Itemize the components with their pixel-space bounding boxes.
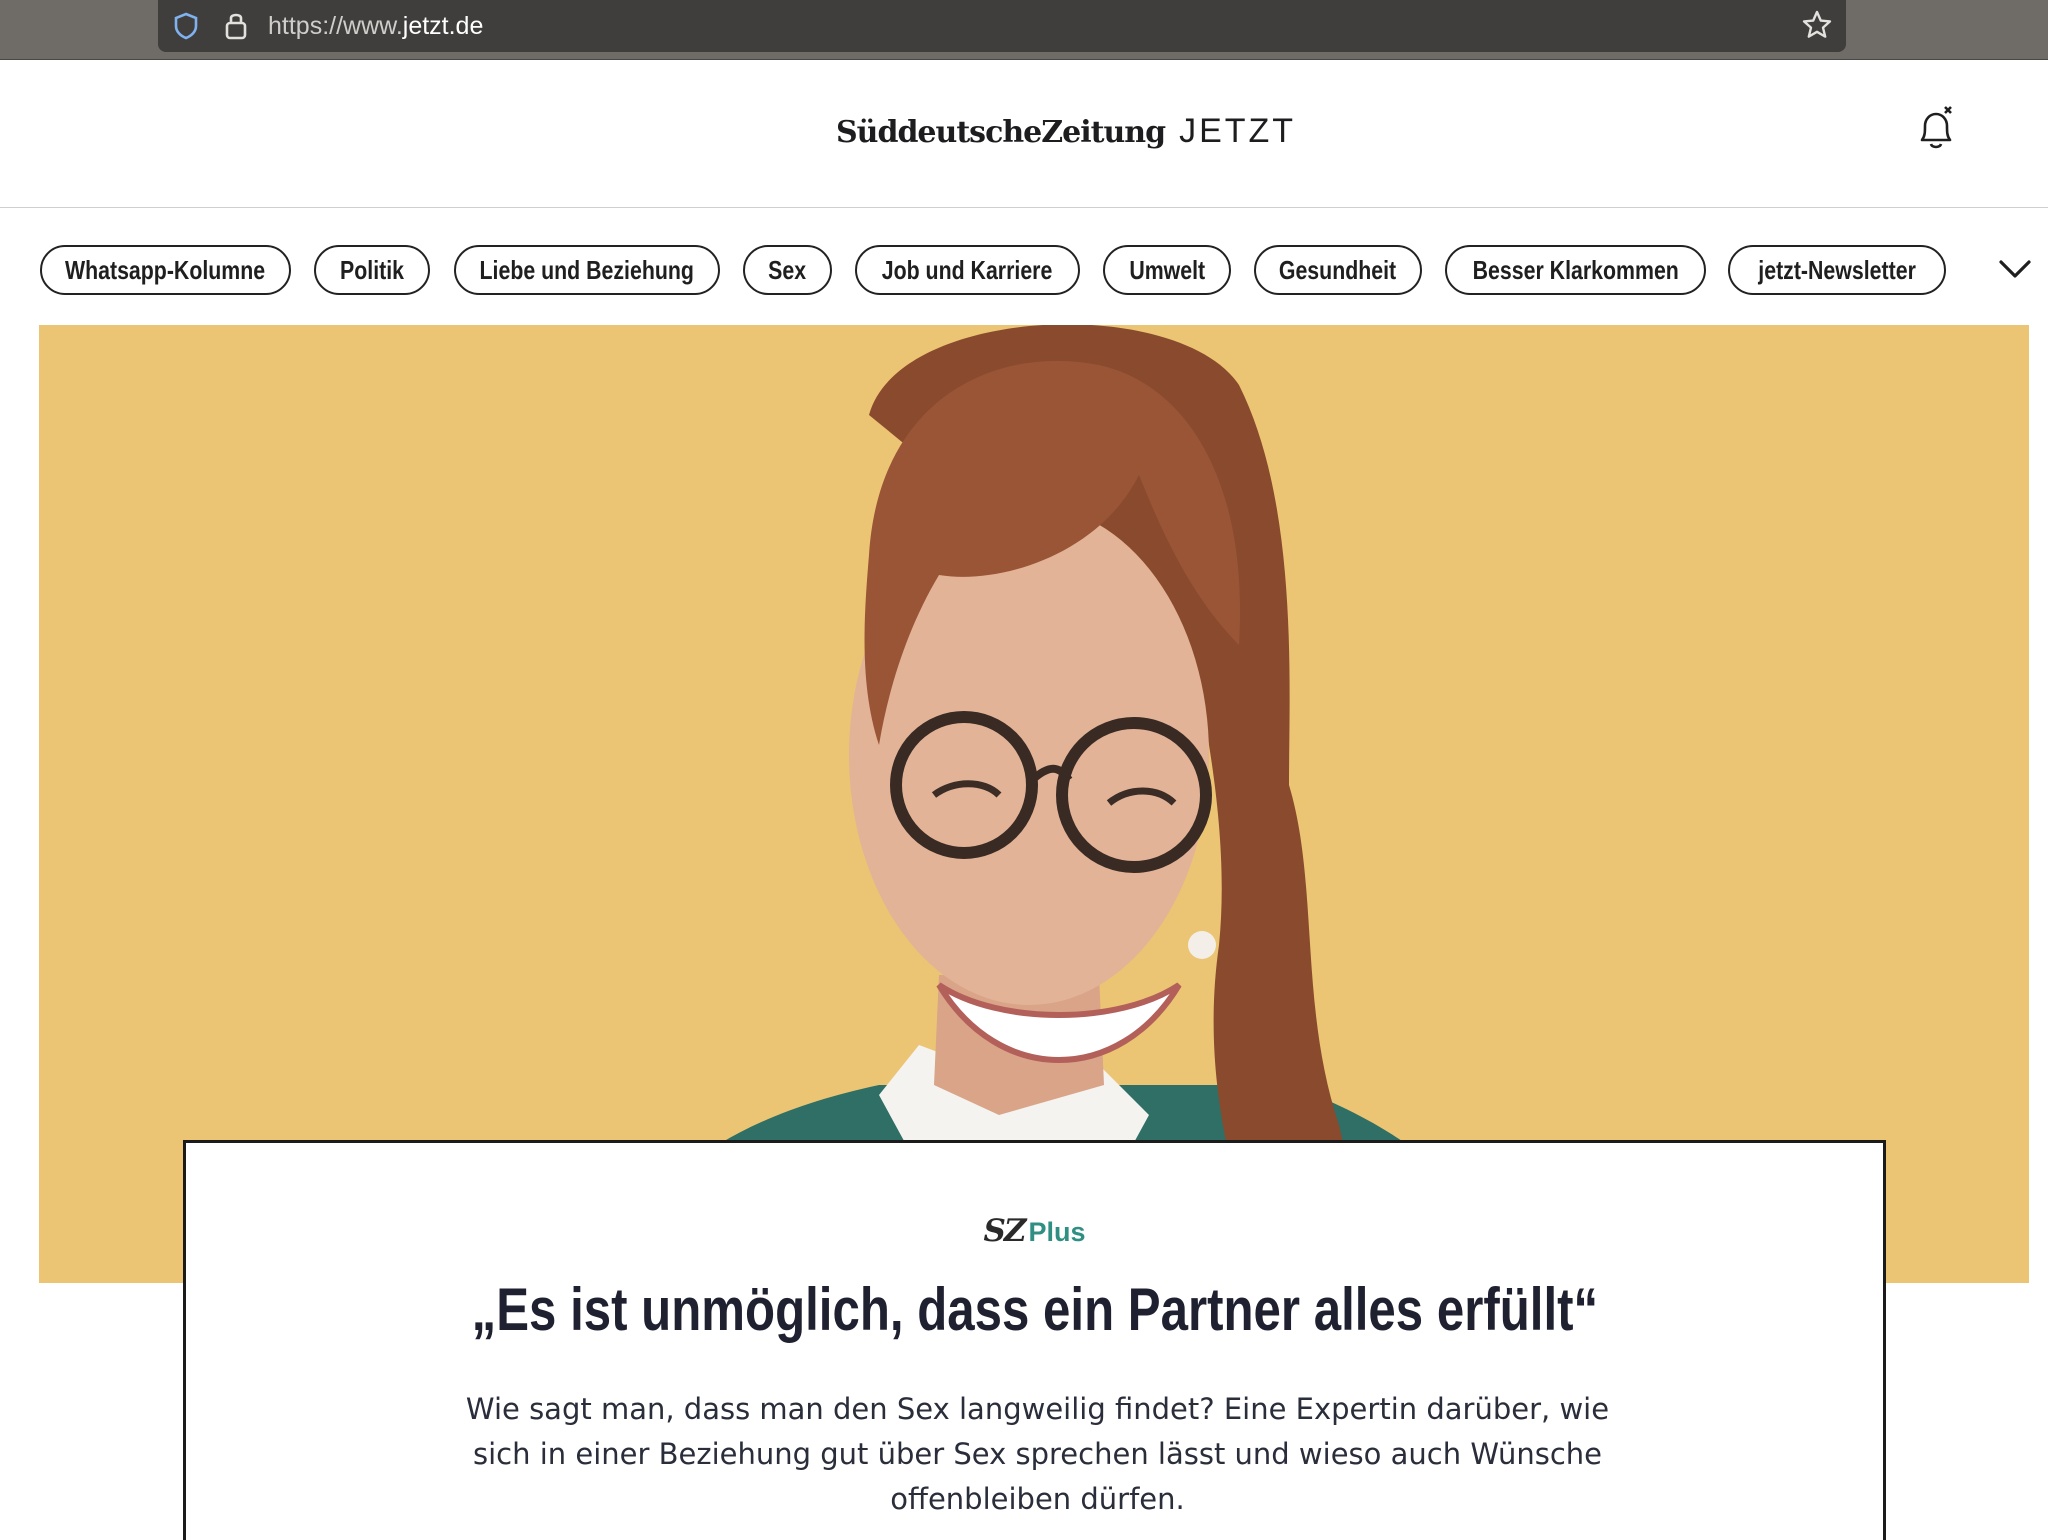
category-chip-liebe-und-beziehung[interactable]: Liebe und Beziehung <box>454 245 720 295</box>
category-chip-whatsapp-kolumne[interactable]: Whatsapp-Kolumne <box>40 245 291 295</box>
chip-label: Umwelt <box>1129 255 1205 285</box>
plus-badge-label: Plus <box>1028 1217 1086 1247</box>
category-chip-jetzt-newsletter[interactable]: jetzt-Newsletter <box>1728 245 1946 295</box>
chip-label: Sex <box>768 255 807 285</box>
article-card[interactable]: SZ Plus „Es ist unmöglich, dass ein Partn… <box>183 1140 1886 1540</box>
url-text[interactable]: https://www.jetzt.de <box>268 10 483 42</box>
notification-bell-icon[interactable] <box>1912 104 1960 156</box>
sz-badge-label: SZ <box>983 1213 1026 1249</box>
article-headline[interactable]: „Es ist unmöglich, dass ein Partner alle… <box>186 1275 1883 1344</box>
chip-label: Besser Klarkommen <box>1472 255 1679 285</box>
chevron-down-icon[interactable] <box>1996 252 2034 286</box>
site-logo[interactable]: SüddeutscheZeitung JETZT <box>836 112 1296 162</box>
url-domain: jetzt.de <box>402 12 484 40</box>
url-prefix: https://www. <box>268 12 403 40</box>
sz-plus-badge: SZ Plus <box>186 1213 1883 1249</box>
category-chip-gesundheit[interactable]: Gesundheit <box>1254 245 1422 295</box>
shield-icon[interactable] <box>170 10 202 42</box>
category-chip-sex[interactable]: Sex <box>743 245 832 295</box>
chip-label: Liebe und Beziehung <box>479 255 695 285</box>
lock-icon[interactable] <box>222 9 250 41</box>
chip-label: Whatsapp-Kolumne <box>65 255 266 285</box>
logo-jetzt: JETZT <box>1179 112 1297 150</box>
category-nav: Whatsapp-Kolumne Politik Liebe und Bezie… <box>0 208 2048 328</box>
bookmark-star-icon[interactable] <box>1800 8 1834 42</box>
category-chip-politik[interactable]: Politik <box>314 245 430 295</box>
category-chip-job-und-karriere[interactable]: Job und Karriere <box>855 245 1080 295</box>
chip-label: Gesundheit <box>1279 255 1397 285</box>
chip-label: jetzt-Newsletter <box>1758 255 1916 285</box>
category-chip-besser-klarkommen[interactable]: Besser Klarkommen <box>1445 245 1706 295</box>
chip-label: Job und Karriere <box>882 255 1053 285</box>
category-chip-umwelt[interactable]: Umwelt <box>1103 245 1231 295</box>
article-teaser: Wie sagt man, dass man den Sex langweili… <box>465 1392 1610 1516</box>
logo-sueddeutsche: SüddeutscheZeitung <box>836 115 1166 150</box>
headline-text: „Es ist unmöglich, dass ein Partner alle… <box>471 1276 1598 1343</box>
chip-label: Politik <box>340 255 404 285</box>
site-header: SüddeutscheZeitung JETZT <box>0 60 2048 208</box>
